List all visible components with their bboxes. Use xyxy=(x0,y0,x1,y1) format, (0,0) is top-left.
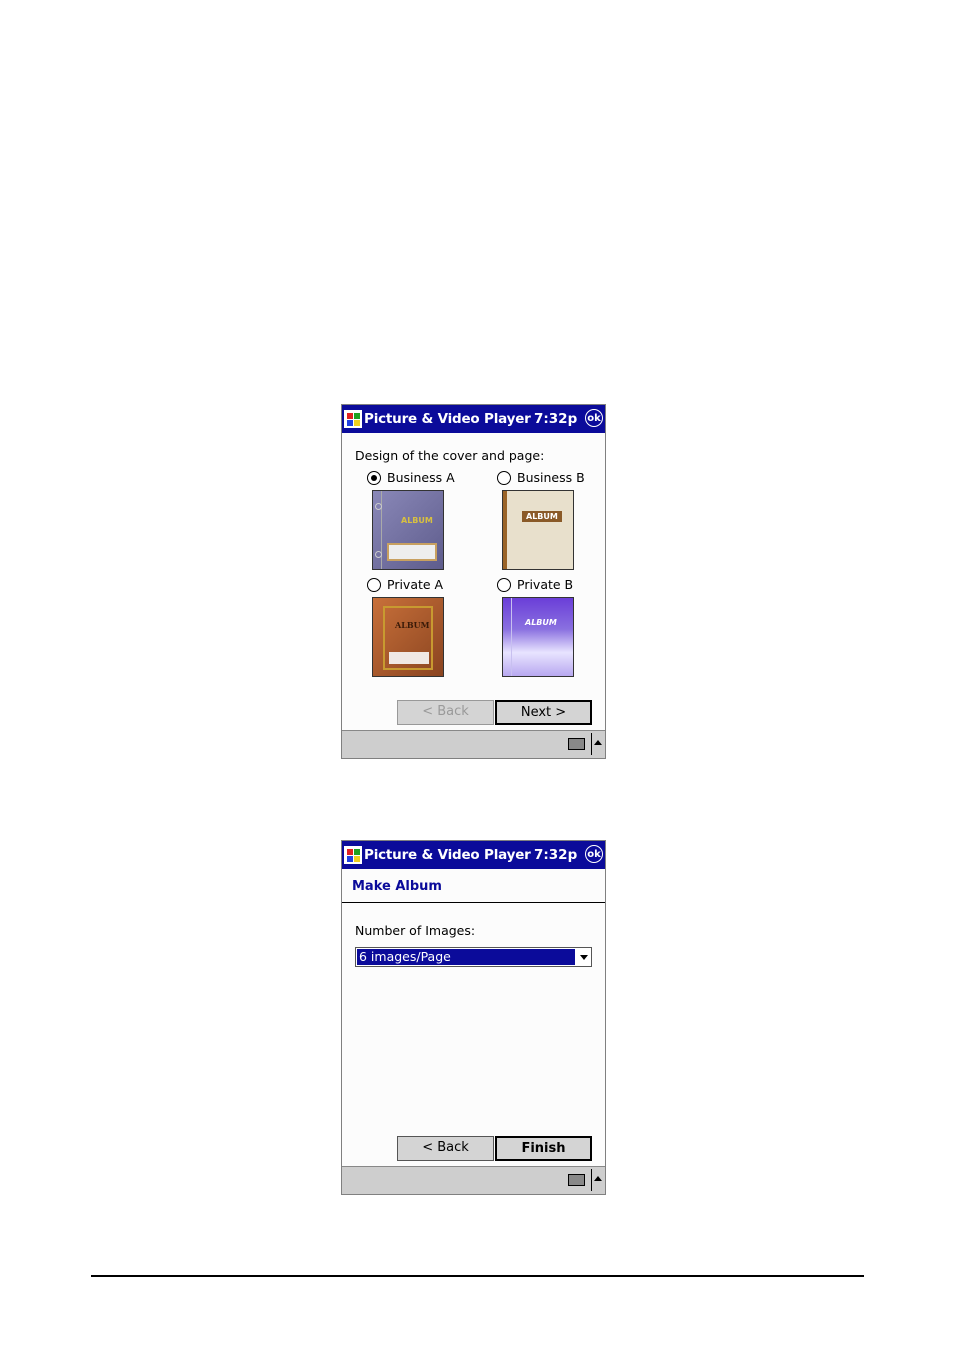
radio-private-a[interactable] xyxy=(367,578,381,592)
clock[interactable]: 7:32p xyxy=(534,847,577,863)
make-album-screen: Picture & Video Player 7:32p ok Make Alb… xyxy=(341,840,606,1195)
ok-button[interactable]: ok xyxy=(585,409,603,427)
thumb-business-a[interactable]: ALBUM xyxy=(372,490,444,570)
radio-business-b[interactable] xyxy=(497,471,511,485)
taskbar-divider xyxy=(591,733,592,755)
windows-flag-icon[interactable] xyxy=(344,846,362,864)
page-heading: Make Album xyxy=(352,879,442,894)
select-value: 6 images/Page xyxy=(357,949,575,965)
option-label: Private A xyxy=(387,577,444,592)
thumb-title: ALBUM xyxy=(395,620,430,630)
ok-button[interactable]: ok xyxy=(585,845,603,863)
thumb-private-a[interactable]: ALBUM xyxy=(372,597,444,677)
thumb-title: ALBUM xyxy=(525,618,557,627)
option-label: Business A xyxy=(387,470,455,485)
back-button[interactable]: < Back xyxy=(397,1136,494,1161)
title-bar: Picture & Video Player 7:32p ok xyxy=(342,405,605,433)
up-arrow-icon[interactable] xyxy=(594,740,602,745)
images-per-page-select[interactable]: 6 images/Page xyxy=(355,947,592,967)
design-prompt: Design of the cover and page: xyxy=(355,448,545,463)
chevron-down-icon[interactable] xyxy=(580,955,588,960)
finish-button[interactable]: Finish xyxy=(495,1136,592,1161)
clock[interactable]: 7:32p xyxy=(534,411,577,427)
taskbar xyxy=(342,730,605,758)
radio-business-a[interactable] xyxy=(367,471,381,485)
thumb-private-b[interactable]: ALBUM xyxy=(502,597,574,677)
album-design-screen: Picture & Video Player 7:32p ok Design o… xyxy=(341,404,606,759)
back-button[interactable]: < Back xyxy=(397,700,494,725)
app-title: Picture & Video Player xyxy=(364,411,531,427)
keyboard-icon[interactable] xyxy=(568,1174,585,1186)
up-arrow-icon[interactable] xyxy=(594,1176,602,1181)
taskbar-divider xyxy=(591,1169,592,1191)
radio-private-b[interactable] xyxy=(497,578,511,592)
next-button[interactable]: Next > xyxy=(495,700,592,725)
windows-flag-icon[interactable] xyxy=(344,410,362,428)
keyboard-icon[interactable] xyxy=(568,738,585,750)
option-label: Business B xyxy=(517,470,585,485)
taskbar xyxy=(342,1166,605,1194)
option-label: Private B xyxy=(517,577,574,592)
page-footer-rule xyxy=(91,1275,864,1277)
number-of-images-label: Number of Images: xyxy=(355,923,476,938)
title-bar: Picture & Video Player 7:32p ok xyxy=(342,841,605,869)
thumb-title: ALBUM xyxy=(522,511,562,522)
thumb-title: ALBUM xyxy=(401,516,433,525)
thumb-business-b[interactable]: ALBUM xyxy=(502,490,574,570)
app-title: Picture & Video Player xyxy=(364,847,531,863)
heading-divider xyxy=(342,902,605,903)
